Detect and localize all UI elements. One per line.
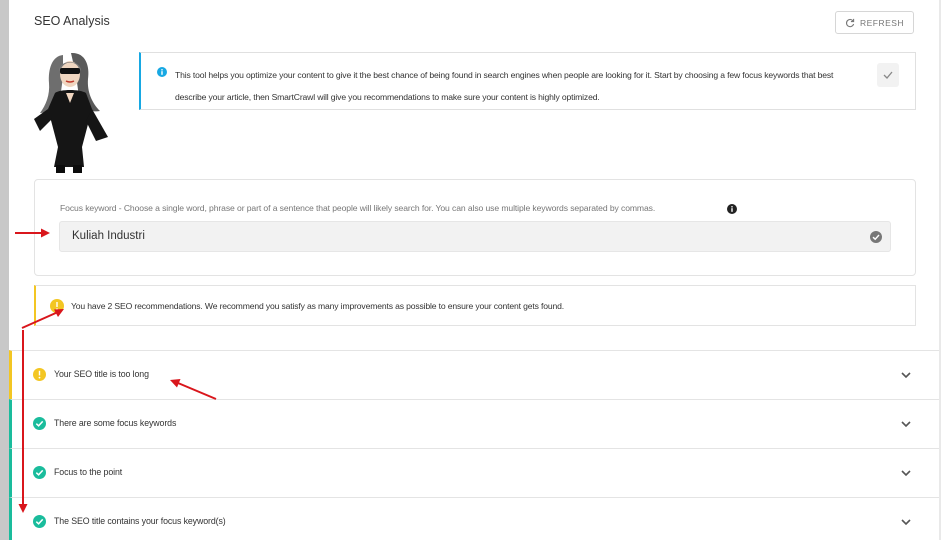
page-title: SEO Analysis (34, 14, 110, 28)
refresh-icon (845, 18, 855, 27)
info-icon (157, 67, 167, 77)
chevron-down-icon[interactable] (900, 370, 912, 380)
recommendation-focus-keywords[interactable]: There are some focus keywords (9, 399, 939, 448)
chevron-down-icon[interactable] (900, 419, 912, 429)
recommendation-focus-to-the-point[interactable]: Focus to the point (9, 448, 939, 497)
dismiss-button[interactable] (877, 63, 899, 87)
focus-keyword-card: Focus keyword - Choose a single word, ph… (34, 179, 916, 276)
recommendation-title-contains-keyword[interactable]: The SEO title contains your focus keywor… (9, 497, 939, 540)
check-icon (883, 71, 893, 79)
warning-dot-icon (50, 299, 64, 313)
refresh-label: REFRESH (859, 17, 905, 28)
success-check-icon (33, 466, 46, 479)
refresh-button[interactable]: REFRESH (835, 11, 914, 34)
success-check-icon (33, 417, 46, 430)
recommendation-seo-title-too-long[interactable]: Your SEO title is too long (9, 350, 939, 399)
help-icon[interactable] (727, 204, 737, 214)
check-circle-icon (870, 231, 882, 243)
recommendations-notice: You have 2 SEO recommendations. We recom… (34, 285, 916, 326)
warning-dot-icon (33, 368, 46, 381)
focus-keyword-value: Kuliah Industri (72, 230, 145, 242)
smartcrawl-mascot-image (34, 52, 108, 173)
focus-keyword-input[interactable]: Kuliah Industri (59, 221, 891, 252)
info-text: This tool helps you optimize your conten… (175, 70, 834, 102)
admin-sidebar-edge (0, 0, 9, 540)
chevron-down-icon[interactable] (900, 517, 912, 527)
recommendation-label: Focus to the point (54, 467, 123, 477)
recommendation-label: Your SEO title is too long (54, 369, 149, 379)
chevron-down-icon[interactable] (900, 468, 912, 478)
recommendation-label: There are some focus keywords (54, 418, 177, 428)
info-notice: This tool helps you optimize your conten… (139, 52, 916, 110)
recommendation-label: The SEO title contains your focus keywor… (54, 516, 226, 526)
success-check-icon (33, 515, 46, 528)
recommendations-notice-text: You have 2 SEO recommendations. We recom… (71, 301, 564, 311)
focus-keyword-label: Focus keyword - Choose a single word, ph… (60, 203, 656, 213)
